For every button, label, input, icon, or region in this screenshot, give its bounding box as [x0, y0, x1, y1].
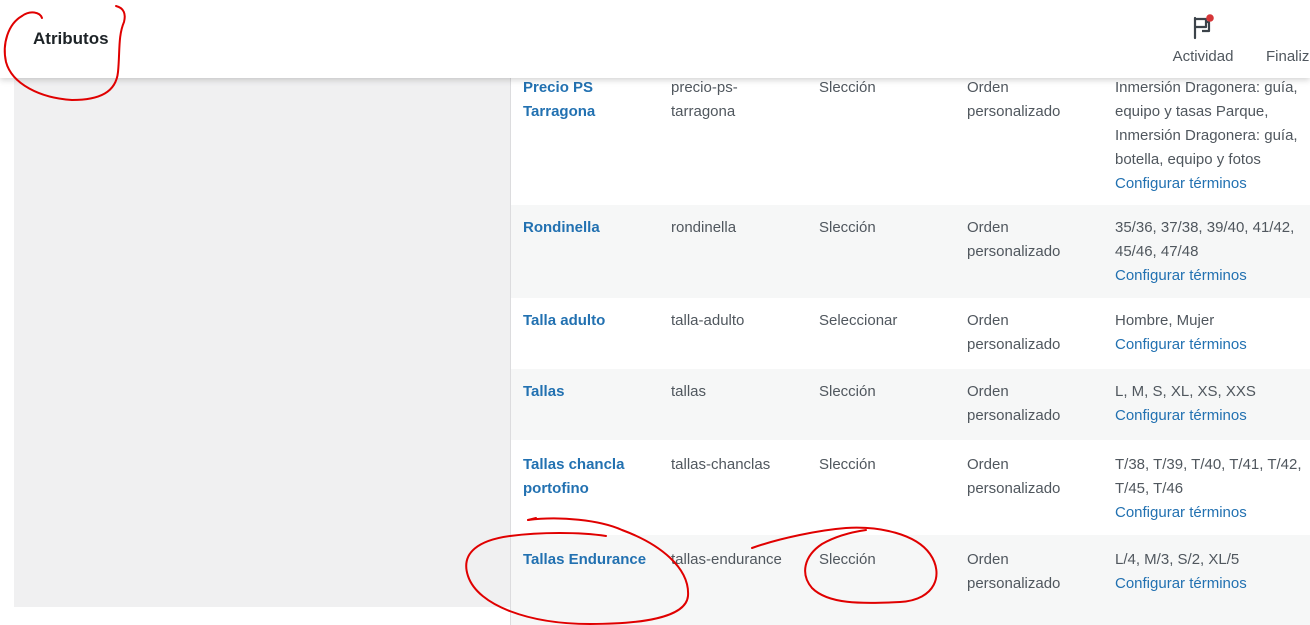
terms-list: Inmersión Dragonera: guía, equipo y tasa… [1115, 79, 1298, 168]
page-title: Atributos [33, 29, 109, 48]
attribute-type: Slección [819, 551, 876, 568]
left-panel [14, 0, 510, 607]
attribute-name-link[interactable]: Precio PS Tarragona [523, 76, 653, 124]
attribute-order: Orden personalizado [967, 312, 1061, 353]
attribute-terms: L/4, M/3, S/2, XL/5 Configurar términos [1115, 548, 1310, 596]
attribute-order: Orden personalizado [967, 456, 1061, 497]
table-row: Tallas Endurance tallas-endurance Slecci… [511, 535, 1310, 625]
top-bar: Atributos Actividad Finaliz [0, 0, 1310, 78]
attribute-type: Slección [819, 79, 876, 96]
attribute-slug: tallas-chanclas [671, 456, 771, 473]
configure-terms-link[interactable]: Configurar términos [1115, 404, 1310, 428]
table-row: Tallas tallas Slección Orden personaliza… [511, 369, 1310, 440]
attribute-order: Orden personalizado [967, 79, 1061, 120]
table-row: Tallas chancla portofino tallas-chanclas… [511, 440, 1310, 535]
configure-terms-link[interactable]: Configurar términos [1115, 264, 1310, 288]
table-row: Talla adulto talla-adulto Seleccionar Or… [511, 298, 1310, 369]
attribute-slug: tallas-endurance [671, 551, 782, 568]
attribute-type: Slección [819, 219, 876, 236]
attribute-terms: T/38, T/39, T/40, T/41, T/42, T/45, T/46… [1115, 453, 1310, 525]
finish-setup-link[interactable]: Finaliz [1266, 48, 1309, 65]
attributes-table: Precio PS Tarragona precio-ps-tarragona … [510, 0, 1310, 625]
attribute-name-link[interactable]: Tallas Endurance [523, 548, 663, 572]
attribute-terms: 35/36, 37/38, 39/40, 41/42, 45/46, 47/48… [1115, 216, 1310, 288]
activity-label: Actividad [1172, 48, 1234, 65]
attribute-terms: Inmersión Dragonera: guía, equipo y tasa… [1115, 76, 1310, 196]
attribute-type: Seleccionar [819, 312, 898, 329]
terms-list: Hombre, Mujer [1115, 312, 1215, 329]
terms-list: L/4, M/3, S/2, XL/5 [1115, 551, 1240, 568]
attribute-name-link[interactable]: Rondinella [523, 216, 653, 240]
attribute-name-link[interactable]: Tallas [523, 380, 653, 404]
attribute-slug: talla-adulto [671, 312, 745, 329]
configure-terms-link[interactable]: Configurar términos [1115, 333, 1310, 357]
attribute-terms: Hombre, Mujer Configurar términos [1115, 309, 1310, 357]
table-row: Precio PS Tarragona precio-ps-tarragona … [511, 74, 1310, 205]
attribute-name-link[interactable]: Tallas chancla portofino [523, 453, 643, 501]
table-row: Rondinella rondinella Slección Orden per… [511, 205, 1310, 298]
attribute-type: Slección [819, 456, 876, 473]
activity-button[interactable]: Actividad [1168, 14, 1238, 70]
terms-list: 35/36, 37/38, 39/40, 41/42, 45/46, 47/48 [1115, 219, 1295, 260]
configure-terms-link[interactable]: Configurar términos [1115, 572, 1310, 596]
terms-list: T/38, T/39, T/40, T/41, T/42, T/45, T/46 [1115, 456, 1302, 497]
attribute-type: Slección [819, 383, 876, 400]
attribute-order: Orden personalizado [967, 219, 1061, 260]
attribute-slug: precio-ps-tarragona [671, 79, 738, 120]
attribute-name-link[interactable]: Talla adulto [523, 309, 653, 333]
terms-list: L, M, S, XL, XS, XXS [1115, 383, 1256, 400]
attribute-terms: L, M, S, XL, XS, XXS Configurar términos [1115, 380, 1310, 428]
flag-icon [1190, 14, 1216, 42]
attribute-slug: rondinella [671, 219, 737, 236]
attribute-order: Orden personalizado [967, 551, 1061, 592]
configure-terms-link[interactable]: Configurar términos [1115, 172, 1310, 196]
configure-terms-link[interactable]: Configurar términos [1115, 501, 1310, 525]
attribute-slug: tallas [671, 383, 707, 400]
attribute-order: Orden personalizado [967, 383, 1061, 424]
